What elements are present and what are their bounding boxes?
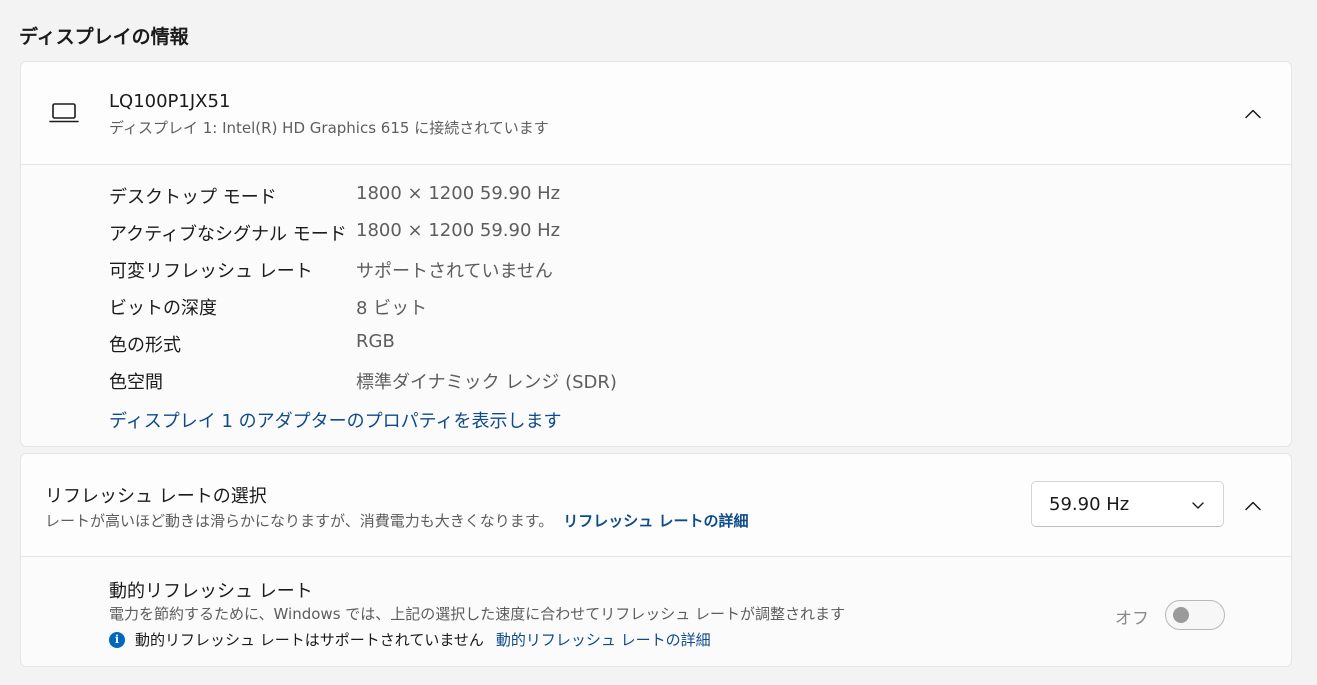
- display-connection: ディスプレイ 1: Intel(R) HD Graphics 615 に接続され…: [109, 119, 549, 137]
- dynamic-refresh-note-text: 動的リフレッシュ レートはサポートされていません: [135, 631, 484, 649]
- detail-label: 可変リフレッシュ レート: [109, 261, 313, 282]
- detail-value: 1800 × 1200 59.90 Hz: [356, 183, 561, 204]
- refresh-header[interactable]: リフレッシュ レートの選択 レートが高いほど動きは滑らかになりますが、消費電力も…: [21, 454, 1291, 557]
- display-collapse-button[interactable]: [1235, 95, 1271, 131]
- refresh-rate-card: リフレッシュ レートの選択 レートが高いほど動きは滑らかになりますが、消費電力も…: [20, 453, 1292, 667]
- toggle-knob: [1173, 607, 1189, 623]
- refresh-rate-selected: 59.90 Hz: [1049, 494, 1130, 515]
- detail-value: 8 ビット: [356, 298, 428, 319]
- detail-label: デスクトップ モード: [109, 187, 277, 208]
- refresh-rate-dropdown[interactable]: 59.90 Hz: [1031, 481, 1224, 527]
- detail-label: ビットの深度: [109, 298, 217, 319]
- display-name: LQ100P1JX51: [109, 91, 231, 112]
- info-icon: i: [109, 631, 125, 648]
- refresh-rate-description: レートが高いほど動きは滑らかになりますが、消費電力も大きくなります。 リフレッシュ…: [45, 510, 748, 531]
- detail-label: 色空間: [109, 372, 163, 393]
- detail-label: 色の形式: [109, 335, 181, 356]
- section-title: ディスプレイの情報: [19, 26, 189, 48]
- detail-value: 1800 × 1200 59.90 Hz: [356, 220, 561, 241]
- refresh-rate-title: リフレッシュ レートの選択: [45, 486, 267, 507]
- refresh-rate-details-link[interactable]: リフレッシュ レートの詳細: [563, 512, 748, 530]
- detail-value: RGB: [356, 331, 395, 352]
- refresh-collapse-button[interactable]: [1235, 487, 1271, 523]
- dynamic-refresh-toggle[interactable]: [1165, 600, 1225, 630]
- detail-label: アクティブなシグナル モード: [109, 224, 347, 245]
- dynamic-refresh-description: 電力を節約するために、Windows では、上記の選択した速度に合わせてリフレッ…: [109, 605, 846, 623]
- dynamic-refresh-details-link[interactable]: 動的リフレッシュ レートの詳細: [496, 629, 711, 650]
- display-header[interactable]: LQ100P1JX51 ディスプレイ 1: Intel(R) HD Graphi…: [21, 62, 1291, 165]
- adapter-properties-link[interactable]: ディスプレイ 1 のアダプターのプロパティを表示します: [109, 407, 562, 433]
- chevron-up-icon: [1245, 104, 1261, 123]
- detail-value: 標準ダイナミック レンジ (SDR): [356, 372, 617, 393]
- chevron-up-icon: [1245, 496, 1261, 515]
- chevron-down-icon: [1191, 497, 1205, 511]
- detail-value: サポートされていません: [356, 261, 553, 282]
- laptop-icon: [49, 102, 79, 124]
- toggle-state-label: オフ: [1115, 609, 1149, 629]
- dynamic-refresh-note: i 動的リフレッシュ レートはサポートされていません 動的リフレッシュ レートの…: [109, 629, 711, 650]
- display-info-card: LQ100P1JX51 ディスプレイ 1: Intel(R) HD Graphi…: [20, 61, 1292, 447]
- dynamic-refresh-title: 動的リフレッシュ レート: [109, 581, 313, 602]
- refresh-desc-text: レートが高いほど動きは滑らかになりますが、消費電力も大きくなります。: [45, 512, 554, 530]
